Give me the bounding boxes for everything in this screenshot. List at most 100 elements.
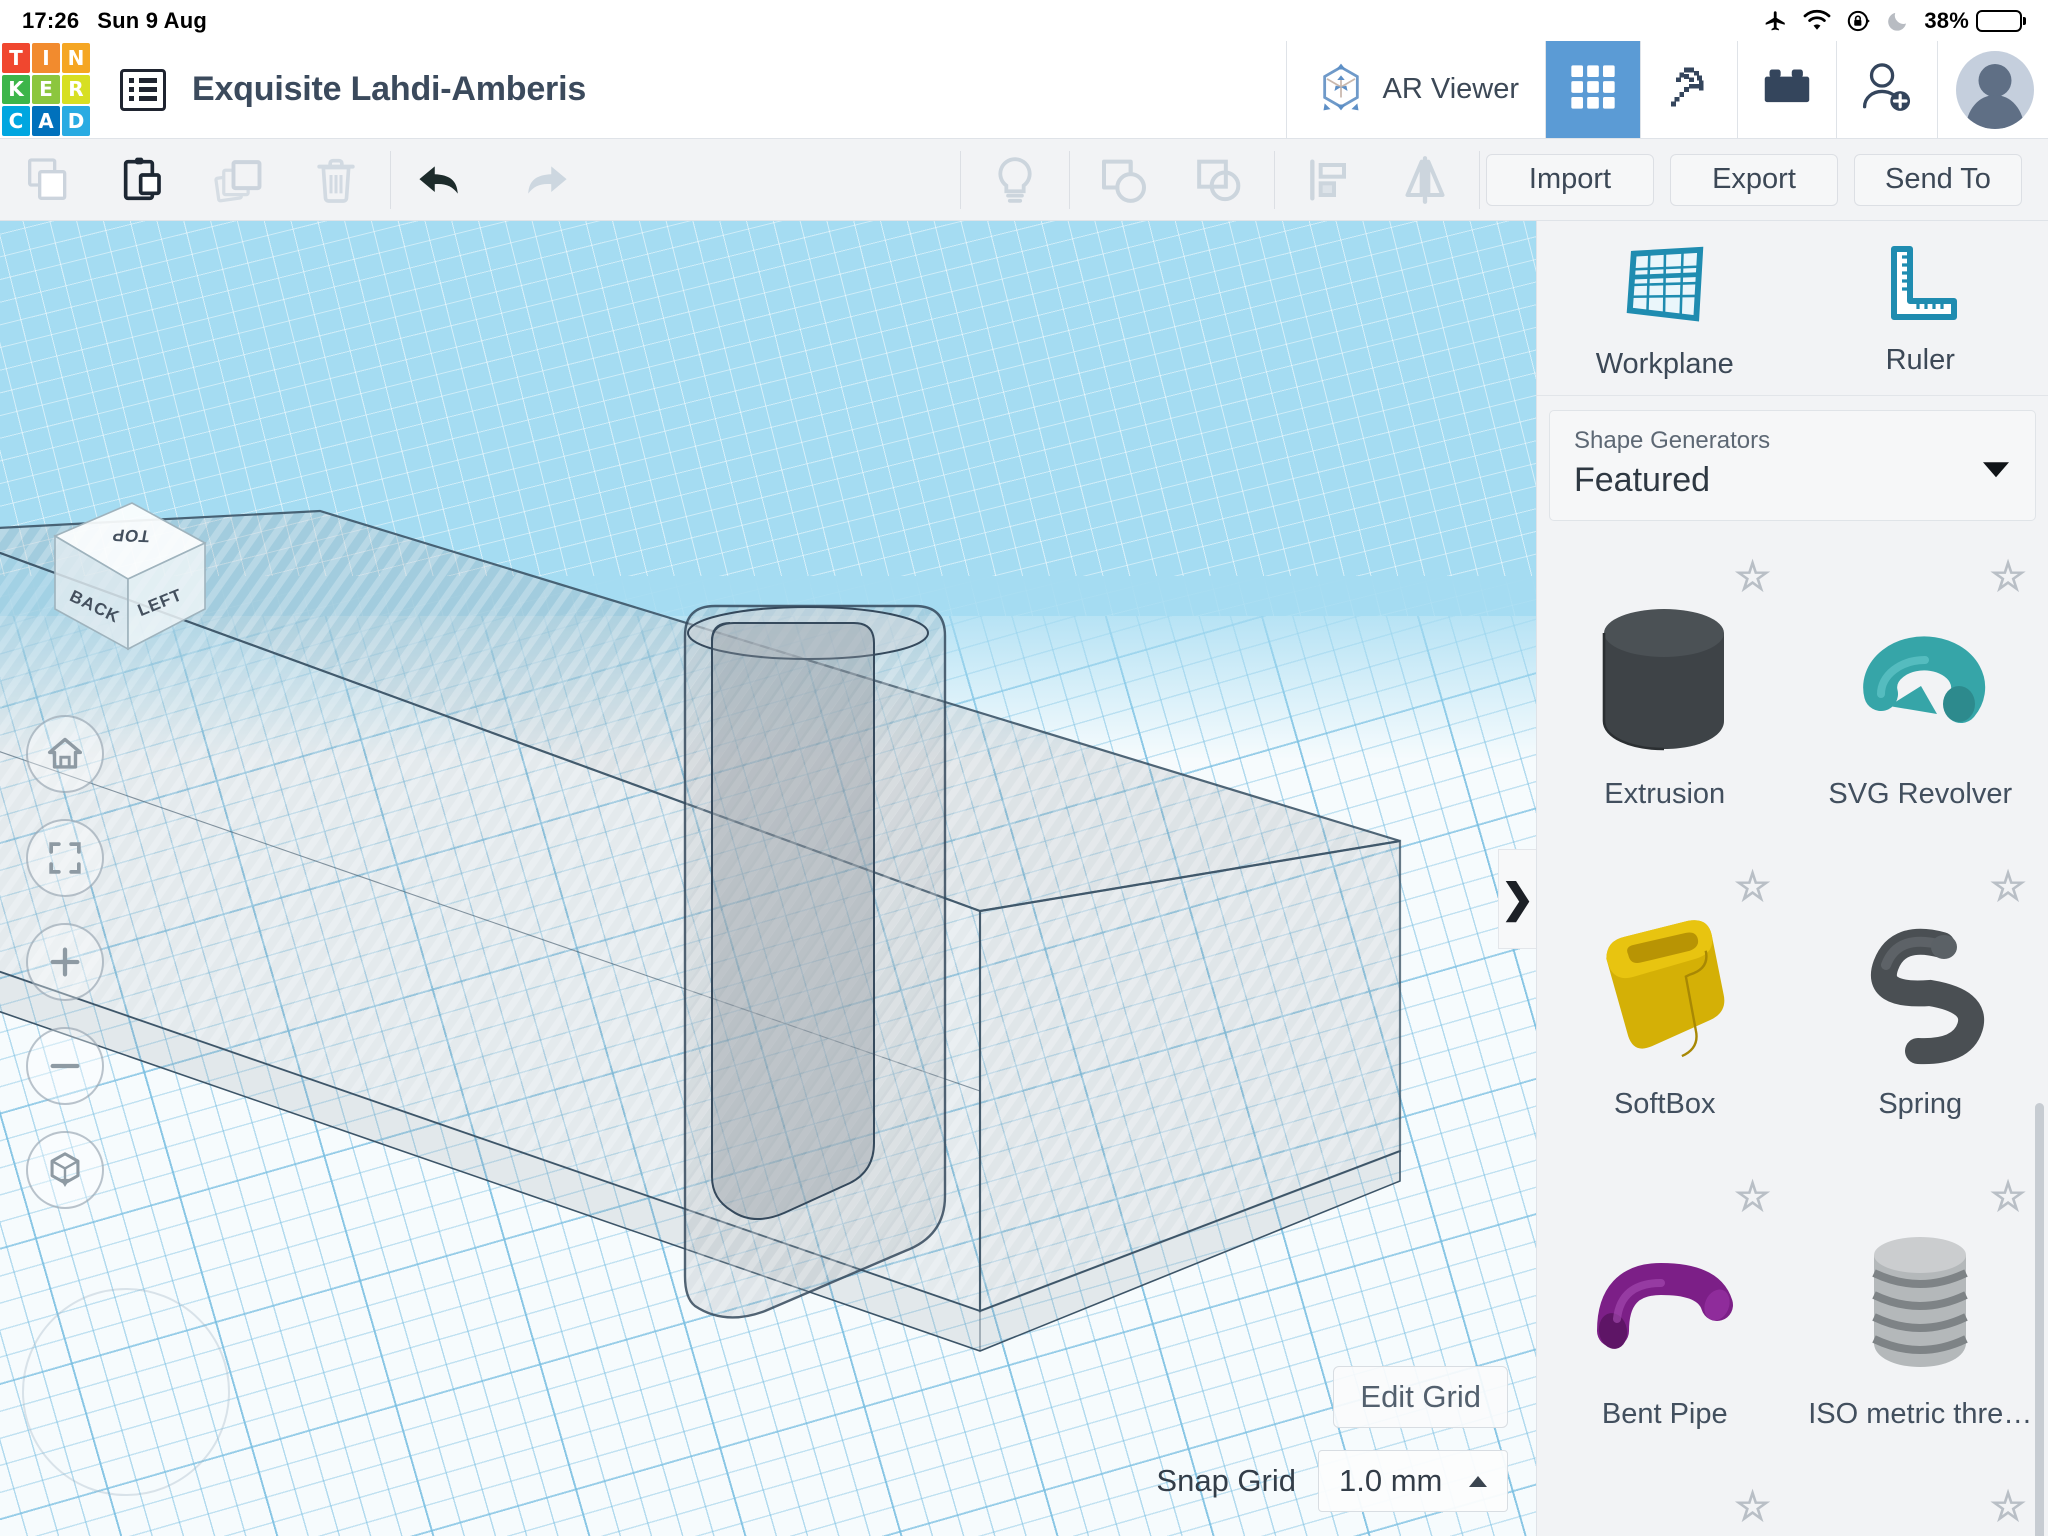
hole-solid-column[interactable]: [660, 581, 1000, 1341]
projection-toggle-button[interactable]: [26, 1131, 104, 1209]
shape-generator-item[interactable]: ☆ Bent Pipe: [1537, 1163, 1793, 1473]
spring-thumb: [1850, 896, 1990, 1082]
app-header: TIN KER CAD Exquisite Lahdi-Amberis AR Vie…: [0, 41, 2048, 139]
invite-button[interactable]: [1836, 41, 1937, 138]
grid-controls: Edit Grid Snap Grid 1.0 mm: [1156, 1366, 1508, 1512]
mirror-button[interactable]: [1377, 139, 1473, 220]
shape-list: ☆ Extrusion ☆ SVG Revolver ☆ SoftBox ☆ Spri…: [1537, 543, 2048, 1536]
delete-button[interactable]: [288, 139, 384, 220]
logo-tile-k: K: [2, 74, 30, 105]
shape-generator-item[interactable]: ☆ Spring: [1793, 853, 2048, 1163]
logo-tile-d: D: [62, 106, 90, 136]
redo-arrow-icon: [528, 165, 567, 194]
ar-viewer-button[interactable]: AR Viewer: [1285, 41, 1545, 138]
wifi-icon: [1802, 9, 1832, 33]
favorite-star-icon[interactable]: ☆: [1734, 866, 1771, 908]
favorite-star-icon[interactable]: ☆: [1734, 1486, 1771, 1528]
viewport-nav-controls: [26, 715, 104, 1209]
grid-view-button[interactable]: [1545, 41, 1640, 138]
export-button[interactable]: Export: [1670, 153, 1838, 206]
align-icon: [1310, 159, 1346, 200]
shape-generator-item[interactable]: ☆: [1537, 1473, 1793, 1533]
group-button[interactable]: [1076, 139, 1172, 220]
snap-grid-value: 1.0 mm: [1339, 1463, 1443, 1498]
undo-button[interactable]: [397, 139, 493, 220]
logo-tile-c: C: [2, 106, 30, 136]
logo-tile-r: R: [62, 74, 90, 105]
logo-tile-i: I: [32, 43, 60, 73]
extrusion-cylinder-thumb: [1590, 586, 1740, 772]
shape-generator-item[interactable]: ☆ SoftBox: [1537, 853, 1793, 1163]
undo-arrow-icon: [419, 165, 458, 194]
zoom-in-button[interactable]: [26, 923, 104, 1001]
favorite-star-icon[interactable]: ☆: [1989, 556, 2026, 598]
right-panel: Workplane Ruler Shape Generators Feature…: [1536, 221, 2048, 1536]
copy-icon: [28, 157, 67, 200]
lightbulb-icon: [998, 156, 1032, 203]
zoom-out-button[interactable]: [26, 1027, 104, 1105]
lego-brick-icon: [1760, 65, 1814, 114]
airplane-mode-icon: [1762, 8, 1788, 34]
duplicate-button[interactable]: [192, 139, 288, 220]
workplane-tool[interactable]: Workplane: [1537, 243, 1793, 381]
3d-viewport[interactable]: TOP BACK LEFT Edit Grid Snap Grid 1.0 mm…: [0, 221, 1536, 1536]
view-cube-top-label[interactable]: TOP: [110, 524, 151, 545]
home-view-button[interactable]: [26, 715, 104, 793]
shape-generator-item[interactable]: ☆ ISO metric thre…: [1793, 1163, 2048, 1473]
paste-button[interactable]: [96, 139, 192, 220]
add-user-icon: [1859, 59, 1915, 120]
main-area: TOP BACK LEFT Edit Grid Snap Grid 1.0 mm…: [0, 221, 2048, 1536]
shape-generator-label: ISO metric thre…: [1808, 1397, 2033, 1430]
user-avatar-button[interactable]: [1937, 41, 2048, 138]
plus-icon: [50, 947, 80, 977]
favorite-star-icon[interactable]: ☆: [1989, 1176, 2026, 1218]
view-cube[interactable]: TOP BACK LEFT: [20, 481, 220, 671]
pickaxe-icon: [1663, 61, 1715, 118]
grid-icon: [1568, 62, 1618, 117]
toolbar-divider-5: [1479, 150, 1480, 209]
page-title[interactable]: Exquisite Lahdi-Amberis: [192, 70, 586, 109]
edit-toolbar: Import Export Send To: [0, 139, 2048, 221]
shape-generators-label: Shape Generators: [1574, 427, 1771, 454]
shape-generator-label: Spring: [1878, 1087, 1963, 1120]
paste-icon: [123, 157, 161, 200]
snap-grid-select[interactable]: 1.0 mm: [1318, 1450, 1508, 1512]
shape-generator-item[interactable]: ☆ Extrusion: [1537, 543, 1793, 853]
edit-grid-button[interactable]: Edit Grid: [1333, 1366, 1508, 1428]
ruler-tool-label: Ruler: [1885, 344, 1955, 376]
home-icon: [47, 737, 83, 769]
status-time: 17:26: [22, 7, 80, 33]
send-to-button[interactable]: Send To: [1854, 153, 2022, 206]
tinkercad-logo[interactable]: TIN KER CAD: [0, 41, 92, 138]
chevron-down-icon: [1983, 461, 2009, 477]
favorite-star-icon[interactable]: ☆: [1989, 866, 2026, 908]
panel-scrollbar[interactable]: [2035, 1103, 2044, 1536]
blocks-button[interactable]: [1737, 41, 1836, 138]
fit-to-view-button[interactable]: [26, 819, 104, 897]
copy-button[interactable]: [0, 139, 96, 220]
do-not-disturb-moon-icon: [1886, 9, 1910, 33]
import-button[interactable]: Import: [1486, 153, 1654, 206]
shape-generator-item[interactable]: ☆: [1793, 1473, 2048, 1533]
ar-cube-icon: [1313, 59, 1369, 120]
redo-button[interactable]: [493, 139, 589, 220]
minecraft-button[interactable]: [1640, 41, 1737, 138]
battery-icon: [1976, 9, 2022, 32]
duplicate-icon: [214, 159, 262, 202]
shape-generator-item[interactable]: ☆ SVG Revolver: [1793, 543, 2048, 853]
bent-pipe-thumb: [1585, 1206, 1745, 1392]
light-button[interactable]: [967, 139, 1063, 220]
ruler-tool[interactable]: Ruler: [1793, 243, 2048, 381]
logo-tile-n: N: [62, 43, 90, 73]
shape-generators-value: Featured: [1574, 461, 1711, 499]
panel-collapse-handle[interactable]: ❯: [1498, 849, 1536, 949]
shape-generator-label: Bent Pipe: [1601, 1397, 1728, 1430]
ungroup-button[interactable]: [1172, 139, 1268, 220]
shape-generators-select[interactable]: Shape Generators Featured: [1549, 410, 2036, 521]
logo-tile-t: T: [2, 43, 30, 73]
favorite-star-icon[interactable]: ☆: [1734, 1176, 1771, 1218]
favorite-star-icon[interactable]: ☆: [1989, 1486, 2026, 1528]
align-button[interactable]: [1281, 139, 1377, 220]
list-menu-icon[interactable]: [120, 68, 166, 111]
favorite-star-icon[interactable]: ☆: [1734, 556, 1771, 598]
